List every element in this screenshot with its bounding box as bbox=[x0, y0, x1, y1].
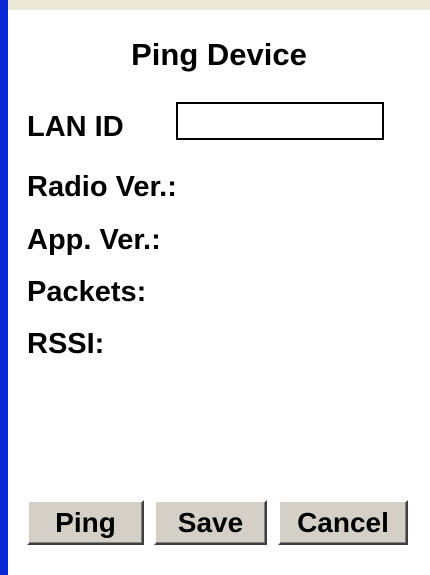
ping-button[interactable]: Ping bbox=[27, 500, 144, 545]
left-accent-bar bbox=[0, 0, 8, 575]
save-button[interactable]: Save bbox=[154, 500, 267, 545]
top-strip bbox=[8, 0, 430, 10]
cancel-button[interactable]: Cancel bbox=[278, 500, 408, 545]
lan-id-label: LAN ID bbox=[27, 111, 124, 143]
lan-id-input[interactable] bbox=[176, 102, 384, 140]
page-title: Ping Device bbox=[131, 37, 307, 72]
rssi-label: RSSI: bbox=[27, 328, 105, 360]
radio-version-label: Radio Ver.: bbox=[27, 171, 177, 203]
packets-label: Packets: bbox=[27, 276, 147, 308]
app-version-label: App. Ver.: bbox=[27, 224, 161, 256]
